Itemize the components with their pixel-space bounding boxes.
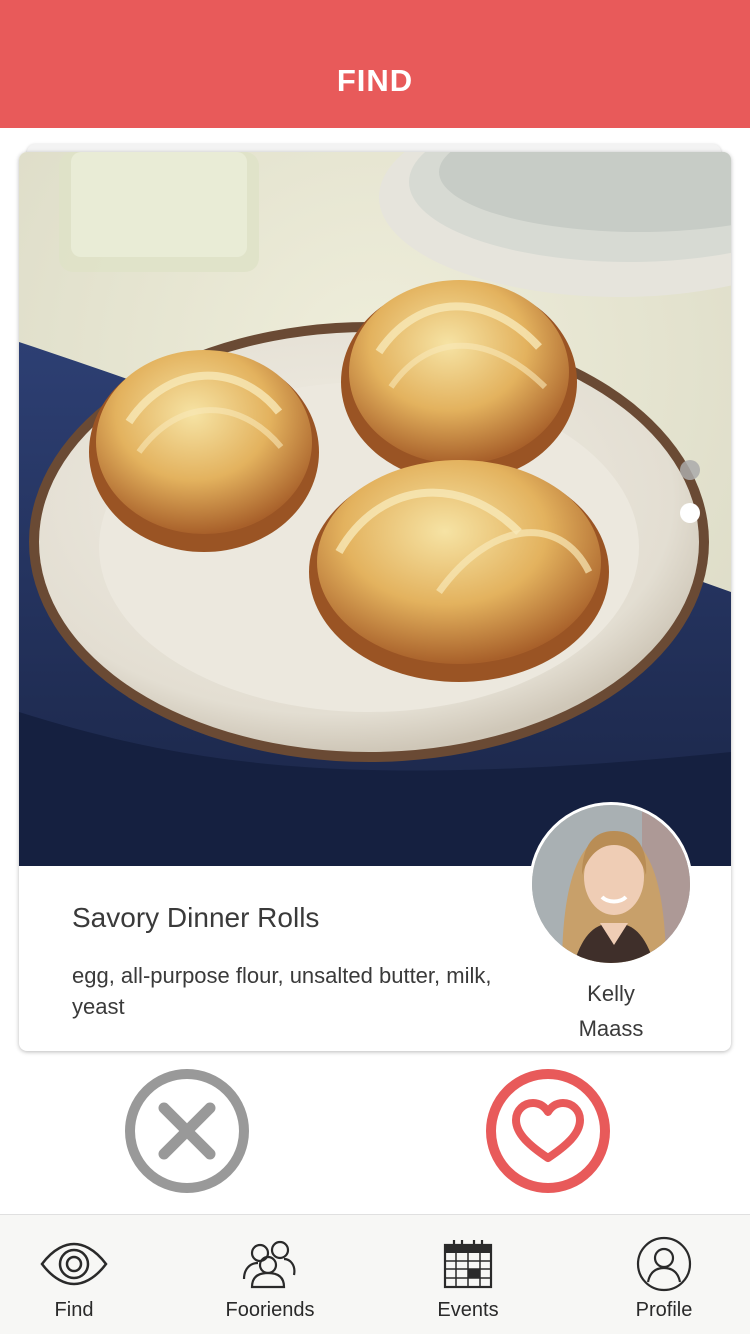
recipe-ingredients: egg, all-purpose flour, unsalted butter,… bbox=[72, 963, 492, 1019]
user-icon bbox=[636, 1231, 692, 1297]
page-dot[interactable] bbox=[680, 460, 700, 480]
tab-events[interactable]: Events bbox=[398, 1215, 538, 1335]
people-icon bbox=[238, 1231, 302, 1297]
author-last-name: Maass bbox=[578, 1016, 644, 1041]
tab-fooriends-label: Fooriends bbox=[225, 1299, 315, 1321]
page-dot-active[interactable] bbox=[680, 503, 700, 523]
eye-icon bbox=[40, 1231, 108, 1297]
recipe-card[interactable]: Savory Dinner Rolls egg, all-purpose flo… bbox=[19, 152, 731, 1051]
heart-icon bbox=[512, 1099, 584, 1162]
tab-profile[interactable]: Profile bbox=[594, 1215, 734, 1335]
photo-page-indicator bbox=[680, 460, 700, 523]
app-header: FIND bbox=[0, 0, 750, 128]
page-title: FIND bbox=[336, 63, 414, 98]
like-button[interactable] bbox=[486, 1069, 610, 1193]
dismiss-button[interactable] bbox=[125, 1069, 249, 1193]
tab-events-label: Events bbox=[437, 1299, 499, 1321]
tab-fooriends[interactable]: Fooriends bbox=[200, 1215, 340, 1335]
close-x-icon bbox=[158, 1102, 216, 1160]
author-avatar[interactable] bbox=[529, 802, 693, 966]
tab-find[interactable]: Find bbox=[4, 1215, 144, 1335]
tab-profile-label: Profile bbox=[635, 1299, 693, 1321]
author-info[interactable]: Kelly Maass bbox=[529, 802, 693, 1046]
bottom-tab-bar: Find Fooriends Events Profile bbox=[0, 1214, 750, 1334]
calendar-icon bbox=[442, 1231, 494, 1297]
tab-find-label: Find bbox=[54, 1299, 94, 1321]
recipe-title: Savory Dinner Rolls bbox=[72, 902, 320, 933]
dinner-rolls-photo bbox=[19, 152, 731, 866]
recipe-photo[interactable] bbox=[19, 152, 731, 866]
author-first-name: Kelly bbox=[587, 981, 635, 1006]
user-portrait-icon bbox=[532, 805, 690, 963]
